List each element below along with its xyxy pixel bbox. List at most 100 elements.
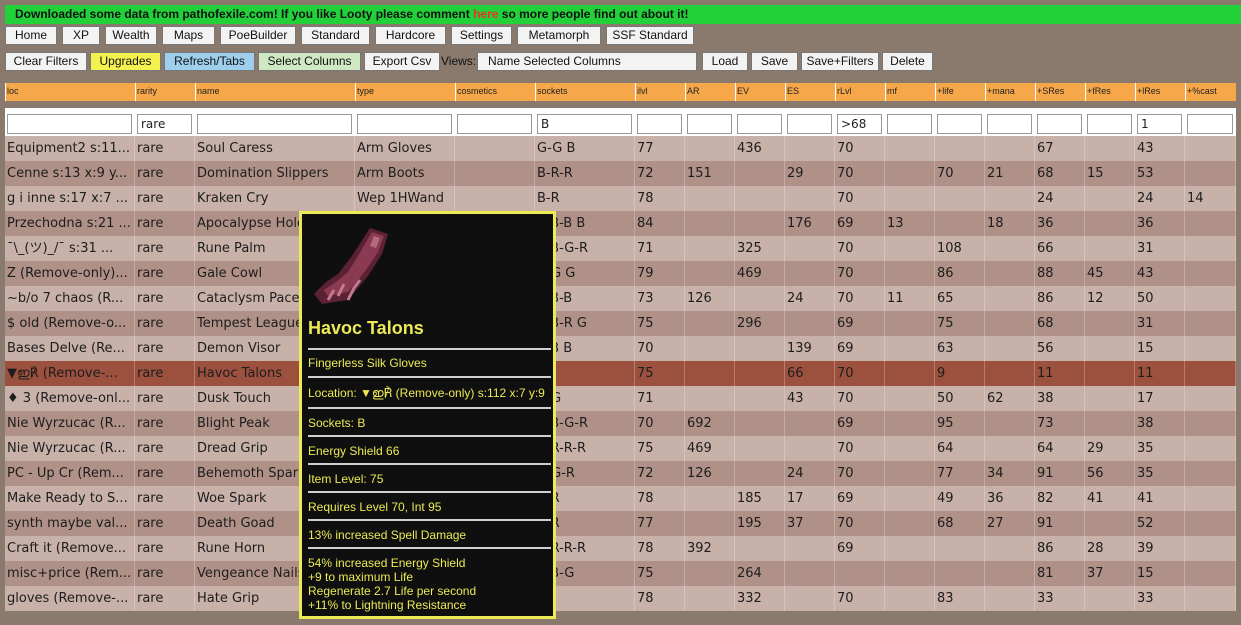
column-header-mana[interactable]: +mana [985, 83, 1035, 101]
table-row[interactable]: Z (Remove-only)...rareGale CowlArm Helme… [5, 261, 1236, 286]
cell-lres: 53 [1135, 161, 1185, 186]
cell-life: 64 [935, 436, 985, 461]
column-header-life[interactable]: +life [935, 83, 985, 101]
column-header-ar[interactable]: AR [685, 83, 735, 101]
filter-input-rlvl[interactable] [837, 114, 882, 134]
tab-wealth[interactable]: Wealth [105, 26, 157, 45]
banner-link[interactable]: here [473, 7, 498, 21]
filter-input-ar[interactable] [687, 114, 732, 134]
column-header-cast[interactable]: +%cast [1185, 83, 1236, 101]
filter-input-es[interactable] [787, 114, 832, 134]
clear-filters-button[interactable]: Clear Filters [5, 52, 87, 71]
table-row[interactable]: Bases Delve (Re...rareDemon VisorArm Hel… [5, 336, 1236, 361]
cell-fres: 28 [1085, 536, 1135, 561]
cell-lres: 36 [1135, 211, 1185, 236]
views-select[interactable]: Name Selected Columns [477, 52, 697, 71]
table-row[interactable]: Craft it (Remove...rareRune HornArm Helm… [5, 536, 1236, 561]
table-row[interactable]: ¯\_(ツ)_/¯ s:31 ...rareRune PalmArm Glove… [5, 236, 1236, 261]
table-row[interactable]: $ old (Remove-o...rareTempest LeagueArm … [5, 311, 1236, 336]
tab-maps[interactable]: Maps [162, 26, 215, 45]
column-header-loc[interactable]: loc [5, 83, 135, 101]
filter-input-mf[interactable] [887, 114, 932, 134]
cell-ilvl: 78 [635, 486, 685, 511]
cell-ev [735, 436, 785, 461]
filter-input-lres[interactable] [1137, 114, 1182, 134]
filter-input-fres[interactable] [1087, 114, 1132, 134]
save-filters-button[interactable]: Save+Filters [801, 52, 879, 71]
cell-ilvl: 78 [635, 536, 685, 561]
filter-input-life[interactable] [937, 114, 982, 134]
filter-input-sres[interactable] [1037, 114, 1082, 134]
table-row[interactable]: ~b/o 7 chaos (R...rareCataclysm PaceArm … [5, 286, 1236, 311]
load-button[interactable]: Load [702, 52, 748, 71]
tab-settings[interactable]: Settings [451, 26, 512, 45]
table-row[interactable]: Cenne s:13 x:9 y... rare Domination Slippe… [5, 161, 1236, 186]
column-header-rlvl[interactable]: rLvl [835, 83, 885, 101]
cell-life: 9 [935, 361, 985, 386]
tab-hardcore[interactable]: Hardcore [375, 26, 446, 45]
filter-input-mana[interactable] [987, 114, 1032, 134]
upgrades-button[interactable]: Upgrades [90, 52, 161, 71]
table-row[interactable]: Nie Wyrzucac (R...rareBlight PeakArm Hel… [5, 411, 1236, 436]
table-row[interactable]: Nie Wyrzucac (R...rareDread GripArm Glov… [5, 436, 1236, 461]
table-row[interactable]: g i inne s:17 x:7 ... rare Kraken Cry Wep 1… [5, 186, 1236, 211]
cell-sres: 86 [1035, 536, 1085, 561]
filter-input-cosmetics[interactable] [457, 114, 532, 134]
cell-ar [685, 136, 735, 161]
cell-mf [885, 336, 935, 361]
filter-input-cast[interactable] [1187, 114, 1233, 134]
column-header-ev[interactable]: EV [735, 83, 785, 101]
column-header-ilvl[interactable]: ilvl [635, 83, 685, 101]
banner-text: Downloaded some data from pathofexile.co… [15, 7, 474, 21]
table-row[interactable]: misc+price (Rem...rareVengeance NailsArm… [5, 561, 1236, 586]
table-row[interactable]: gloves (Remove-...rareHate GripArm Glove… [5, 586, 1236, 611]
column-header-es[interactable]: ES [785, 83, 835, 101]
save-button[interactable]: Save [751, 52, 798, 71]
filter-input-sockets[interactable] [537, 114, 632, 134]
filter-input-rarity[interactable] [137, 114, 192, 134]
filter-input-type[interactable] [357, 114, 452, 134]
cell-ar [685, 386, 735, 411]
select-columns-button[interactable]: Select Columns [258, 52, 361, 71]
table-row[interactable]: PC - Up Cr (Rem...rareBehemoth SparArm B… [5, 461, 1236, 486]
column-header-sockets[interactable]: sockets [535, 83, 635, 101]
column-header-name[interactable]: name [195, 83, 355, 101]
table-row[interactable]: Make Ready to S...rareWoe SparkWep WandB… [5, 486, 1236, 511]
table-row[interactable]: Przechodna s:21 ...rareApocalypse HoldAr… [5, 211, 1236, 236]
tab-poebuilder[interactable]: PoeBuilder [220, 26, 296, 45]
tab-ssf-standard[interactable]: SSF Standard [606, 26, 694, 45]
cell-fres [1085, 586, 1135, 611]
table-row[interactable]: Equipment2 s:11... rare Soul Caress Arm Glo… [5, 136, 1236, 161]
column-header-mf[interactable]: mf [885, 83, 935, 101]
cell-ev [735, 336, 785, 361]
filter-input-loc[interactable] [7, 114, 132, 134]
cell-sres: 38 [1035, 386, 1085, 411]
table-row[interactable]: ♦ 3 (Remove-onl...rareDusk TouchArm Glov… [5, 386, 1236, 411]
tab-standard[interactable]: Standard [301, 26, 370, 45]
column-header-rarity[interactable]: rarity [135, 83, 195, 101]
column-header-type[interactable]: type [355, 83, 455, 101]
export-csv-button[interactable]: Export Csv [364, 52, 440, 71]
cell-ar [685, 586, 735, 611]
delete-button[interactable]: Delete [882, 52, 933, 71]
tab-xp[interactable]: XP [62, 26, 100, 45]
cell-cast [1185, 536, 1236, 561]
cell-rarity: rare [135, 211, 195, 236]
table-row[interactable]: synth maybe val...rareDeath GoadWep Wand… [5, 511, 1236, 536]
tab-metamorph[interactable]: Metamorph [517, 26, 601, 45]
cell-life: 77 [935, 461, 985, 486]
refresh-tabs-button[interactable]: Refresh/Tabs [164, 52, 255, 71]
cell-ar [685, 561, 735, 586]
tab-home[interactable]: Home [5, 26, 57, 45]
filter-input-ev[interactable] [737, 114, 782, 134]
filter-input-name[interactable] [197, 114, 352, 134]
filter-input-ilvl[interactable] [637, 114, 682, 134]
cell-mana: 34 [985, 461, 1035, 486]
filter-row [5, 108, 1236, 136]
column-header-fres[interactable]: +fRes [1085, 83, 1135, 101]
column-header-cosmetics[interactable]: cosmetics [455, 83, 535, 101]
table-row-selected[interactable]: ▼ഇ℟ (Remove-...rareHavoc TalonsArm Glove… [5, 361, 1236, 386]
column-header-lres[interactable]: +lRes [1135, 83, 1185, 101]
cell-ev [735, 536, 785, 561]
column-header-sres[interactable]: +SRes [1035, 83, 1085, 101]
